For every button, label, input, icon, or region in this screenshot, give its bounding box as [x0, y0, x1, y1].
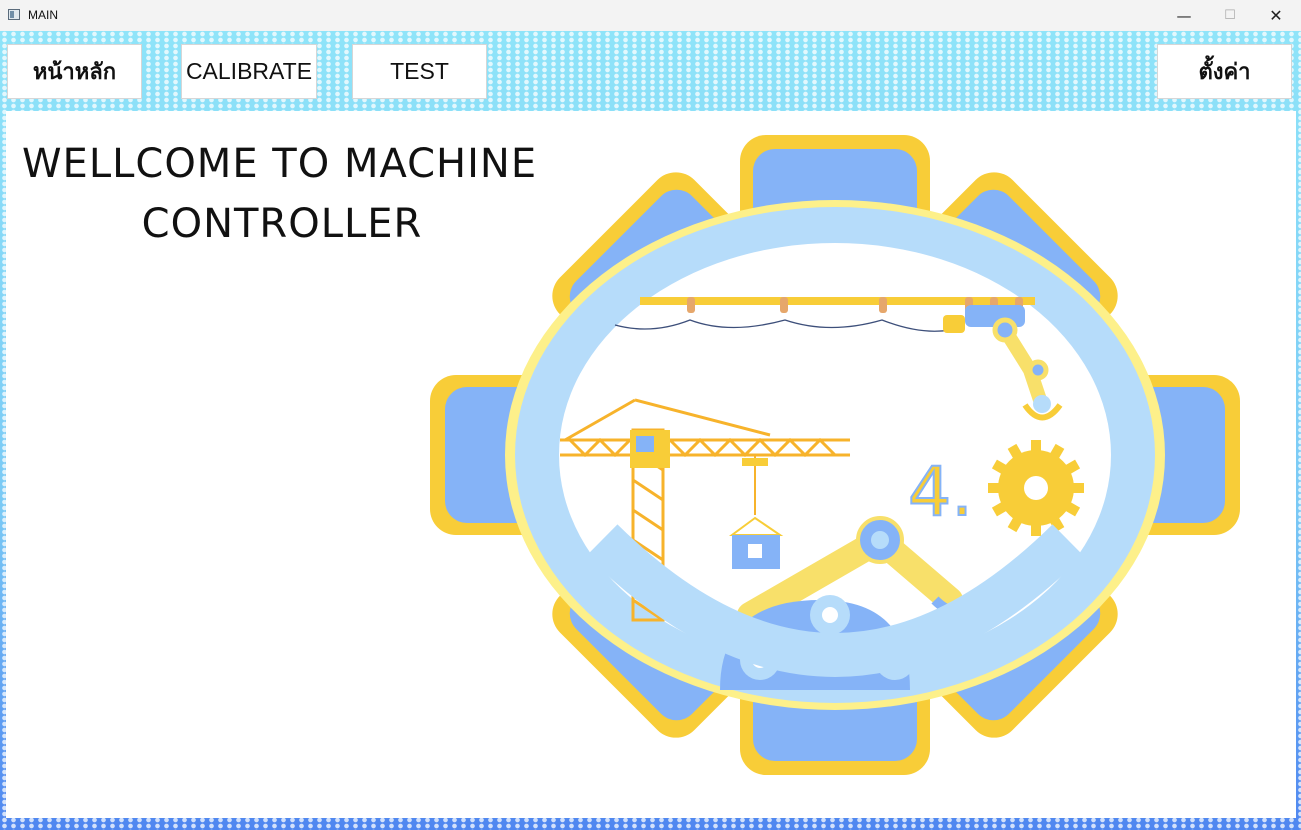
- close-button[interactable]: ✕: [1253, 0, 1299, 31]
- title-bar: MAIN — ☐ ✕: [0, 0, 1301, 32]
- maximize-button[interactable]: ☐: [1207, 0, 1253, 31]
- calibrate-button[interactable]: CALIBRATE: [181, 44, 317, 99]
- industry-gear-illustration: 4.: [430, 135, 1240, 775]
- window-title: MAIN: [28, 8, 58, 22]
- home-button[interactable]: หน้าหลัก: [7, 44, 142, 99]
- svg-text:4.: 4.: [908, 453, 973, 532]
- app-window-icon: [8, 9, 20, 20]
- test-button[interactable]: TEST: [352, 44, 487, 99]
- minimize-button[interactable]: —: [1161, 0, 1207, 31]
- welcome-line-2: CONTROLLER: [141, 201, 423, 247]
- settings-button[interactable]: ตั้งค่า: [1157, 44, 1292, 99]
